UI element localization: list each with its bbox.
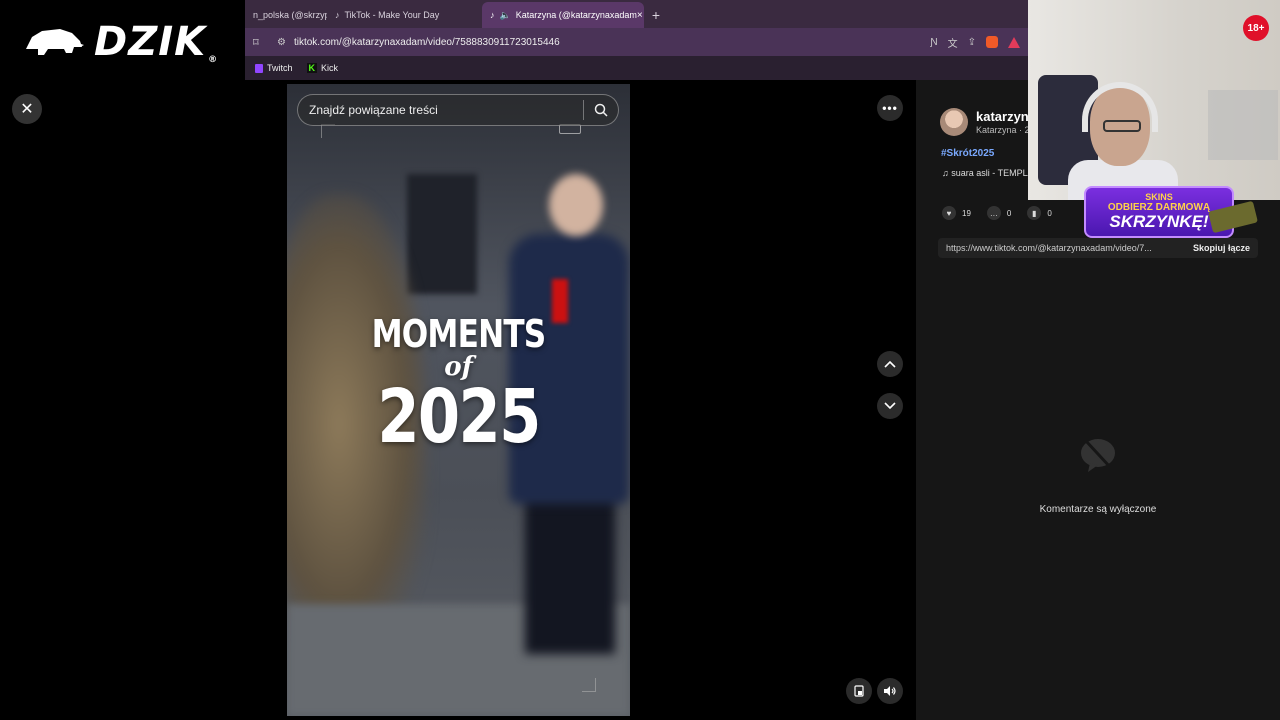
logo-text: DZIK ® — [94, 19, 219, 65]
new-tab-button[interactable]: + — [644, 2, 668, 28]
age-rating-badge: 18+ — [1243, 15, 1269, 41]
next-video-button[interactable] — [877, 393, 903, 419]
engagement-actions: ♥ 19 … 0 ▮ 0 — [942, 206, 1052, 220]
share-icon[interactable]: ⇪ — [968, 37, 976, 48]
previous-video-button[interactable] — [877, 351, 903, 377]
avatar[interactable] — [940, 108, 968, 136]
comment-count: 0 — [1006, 208, 1012, 218]
brave-rewards-icon[interactable] — [1008, 36, 1020, 48]
like-button[interactable]: ♥ 19 — [942, 206, 971, 220]
copy-link-button[interactable]: Skopiuj łącze — [1193, 243, 1250, 253]
promo-banner: SKINS ODBIERZ DARMOWĄ SKRZYNKĘ! — [1084, 186, 1258, 238]
comments-disabled: Komentarze są wyłączone — [916, 435, 1280, 515]
tab-skrzypas[interactable]: n_polska (@skrzypas — [245, 2, 327, 28]
dzik-logo: DZIK ® — [0, 0, 245, 84]
like-count: 19 — [962, 208, 971, 218]
video-player[interactable]: MOMENTS of 2025 — [287, 84, 630, 716]
hashtag-link[interactable]: #Skrót2025 — [941, 148, 994, 159]
pip-icon — [854, 685, 864, 697]
tab-katarzyna[interactable]: ♪ 🔈 Katarzyna (@katarzynaxadam × — [482, 2, 644, 28]
author-row[interactable]: katarzyna Katarzyna · 2 — [940, 108, 1036, 136]
site-info-icon[interactable]: ⚙ — [277, 37, 286, 48]
tab-strip: n_polska (@skrzypas ♪TikTok - Make Your … — [245, 0, 1028, 28]
bookmark-twitch[interactable]: Twitch — [255, 63, 293, 73]
chevron-down-icon — [884, 402, 896, 410]
bookmark-icon: ▮ — [1027, 206, 1042, 220]
comment-icon: … — [986, 206, 1001, 220]
browser-window: n_polska (@skrzypas ♪TikTok - Make Your … — [245, 0, 1028, 80]
address-bar-actions: Ɲ 文 ⇪ — [930, 35, 1020, 50]
address-bar: ⌑ ⚙ tiktok.com/@katarzynaxadam/video/758… — [245, 28, 1028, 56]
tab-tiktok-home[interactable]: ♪ TikTok - Make Your Day — [327, 2, 482, 28]
bookmark-icon[interactable]: ⌑ — [253, 36, 265, 49]
bookmark-kick[interactable]: K Kick — [306, 63, 338, 73]
brave-shield-icon[interactable] — [986, 36, 998, 48]
search-input[interactable] — [309, 103, 583, 117]
more-options-button[interactable]: ••• — [877, 95, 903, 121]
speaker-icon: 🔈 — [499, 9, 511, 20]
tiktok-icon: ♪ — [335, 10, 340, 20]
video-title-overlay: MOMENTS of 2025 — [371, 312, 547, 460]
author-name[interactable]: katarzyna — [976, 109, 1036, 124]
close-tab-icon[interactable]: × — [637, 10, 643, 21]
search-icon[interactable] — [584, 103, 618, 117]
tiktok-icon: ♪ — [490, 10, 495, 20]
volume-icon — [884, 686, 896, 696]
comments-disabled-icon — [1081, 439, 1115, 472]
close-video-button[interactable]: ✕ — [12, 94, 42, 124]
url-field[interactable]: tiktok.com/@katarzynaxadam/video/7588830… — [294, 31, 930, 53]
picture-in-picture-button[interactable] — [846, 678, 872, 704]
save-button[interactable]: ▮ 0 — [1027, 206, 1052, 220]
save-count: 0 — [1047, 208, 1052, 218]
bookmarks-bar: Twitch K Kick — [245, 56, 1028, 80]
share-link-row: https://www.tiktok.com/@katarzynaxadam/v… — [938, 238, 1258, 258]
author-subtitle: Katarzyna · 2 — [976, 125, 1030, 135]
twitch-icon — [255, 63, 263, 73]
video-link[interactable]: https://www.tiktok.com/@katarzynaxadam/v… — [946, 243, 1193, 253]
music-note-icon: ♫ — [942, 168, 952, 178]
chevron-up-icon — [884, 360, 896, 368]
boar-icon — [26, 29, 84, 55]
volume-button[interactable] — [877, 678, 903, 704]
heart-icon: ♥ — [942, 206, 956, 220]
no-tracking-icon[interactable]: Ɲ — [930, 37, 937, 48]
comment-button[interactable]: … 0 — [986, 206, 1012, 220]
related-search — [297, 94, 619, 126]
kick-icon: K — [306, 63, 318, 73]
translate-icon[interactable]: 文 — [948, 35, 958, 50]
